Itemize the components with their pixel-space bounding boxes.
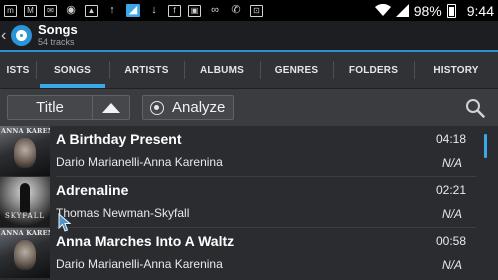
list-item[interactable]: ANNA KARENINA Anna Marches Into A Waltz … [0, 228, 498, 279]
folder-icon: ▣ [188, 4, 201, 17]
sort-direction-button[interactable] [93, 96, 129, 119]
album-cover: SKYFALL [0, 177, 50, 227]
track-title: Anna Marches Into A Waltz [56, 233, 235, 249]
tab-folders[interactable]: FOLDERS [333, 52, 414, 88]
download-icon: ↓ [151, 4, 157, 16]
tab-bar: ISTS SONGS ARTISTS ALBUMS GENRES FOLDERS… [0, 52, 498, 88]
cover-art [14, 240, 36, 270]
bag-icon: ⊡ [250, 4, 263, 17]
tab-label: GENRES [274, 64, 319, 76]
voicemail-icon: ∞ [211, 4, 219, 16]
battery-icon [446, 3, 456, 18]
tab-label: ALBUMS [200, 64, 244, 76]
tab-albums[interactable]: ALBUMS [184, 52, 260, 88]
analyze-label: Analyze [172, 99, 226, 116]
facebook-icon: f [168, 4, 181, 17]
wifi-icon [374, 4, 391, 16]
search-icon[interactable] [465, 98, 485, 118]
album-cover: ANNA KARENINA [0, 228, 50, 278]
sort-selector[interactable]: Title [7, 95, 130, 120]
gmail-icon: M [24, 4, 37, 17]
sort-field-label[interactable]: Title [8, 96, 93, 119]
track-artist: Dario Marianelli-Anna Karenina [56, 155, 223, 169]
phone-icon: ✆ [231, 4, 241, 16]
action-bar: ‹ Songs 54 tracks [0, 21, 498, 50]
cover-art [20, 183, 30, 213]
tab-artists[interactable]: ARTISTS [109, 52, 184, 88]
page-title: Songs [38, 22, 78, 37]
tab-label: SONGS [53, 64, 92, 76]
signal-icon [395, 4, 409, 17]
list-item[interactable]: SKYFALL Adrenaline Thomas Newman-Skyfall… [0, 177, 498, 228]
touch-cursor-icon [58, 213, 72, 232]
track-count: 54 tracks [38, 37, 75, 47]
clock: 9:44 [466, 2, 494, 19]
analyze-button[interactable]: Analyze [142, 95, 234, 120]
track-artist: Dario Marianelli-Anna Karenina [56, 257, 223, 271]
cover-caption: ANNA KARENINA [1, 127, 50, 135]
track-duration: 00:58 [435, 234, 466, 248]
cover-caption: ANNA KARENINA [1, 229, 50, 237]
scrollbar[interactable] [484, 134, 487, 158]
tab-artists-partial[interactable]: ISTS [0, 52, 36, 88]
track-rating: N/A [441, 258, 462, 272]
tab-label: FOLDERS [348, 64, 399, 76]
album-cover: ANNA KARENINA [0, 126, 50, 176]
battery-percent: 98% [413, 2, 442, 19]
sort-toolbar: Title Analyze [0, 89, 498, 126]
tab-label: ISTS [6, 64, 30, 76]
email-icon: ✉ [44, 4, 57, 17]
tab-history[interactable]: HISTORY [414, 52, 498, 88]
title-block: Songs 54 tracks [38, 23, 78, 48]
track-title: A Birthday Present [56, 131, 182, 147]
upload-icon: ↑ [109, 4, 115, 16]
track-rating: N/A [441, 207, 462, 221]
app-active-icon: ◢ [126, 4, 140, 17]
list-item[interactable]: ANNA KARENINA A Birthday Present Dario M… [0, 126, 498, 177]
target-icon [150, 100, 164, 115]
cover-art [14, 138, 36, 168]
tab-songs[interactable]: SONGS [36, 52, 109, 88]
notification-icons: m M ✉ ◉ ▲ ↑ ◢ ↓ f ▣ ∞ ✆ ⊡ [4, 4, 375, 17]
track-title: Adrenaline [56, 182, 129, 198]
track-duration: 04:18 [435, 132, 466, 146]
track-list: ANNA KARENINA A Birthday Present Dario M… [0, 126, 498, 280]
status-bar: m M ✉ ◉ ▲ ↑ ◢ ↓ f ▣ ∞ ✆ ⊡ 98% 9:44 [0, 0, 498, 21]
track-rating: N/A [441, 156, 462, 170]
back-icon[interactable]: ‹ [1, 21, 11, 50]
m-icon: m [4, 4, 17, 17]
tab-label: HISTORY [433, 64, 479, 76]
cover-caption: SKYFALL [4, 212, 46, 220]
track-artist: Thomas Newman-Skyfall [56, 206, 190, 220]
photo-icon: ▲ [85, 4, 98, 17]
circle-icon: ◉ [66, 4, 76, 16]
sort-ascending-icon [102, 102, 120, 113]
tab-label: ARTISTS [124, 64, 169, 76]
tab-genres[interactable]: GENRES [260, 52, 333, 88]
app-logo-icon[interactable] [11, 25, 32, 46]
track-duration: 02:21 [435, 183, 466, 197]
